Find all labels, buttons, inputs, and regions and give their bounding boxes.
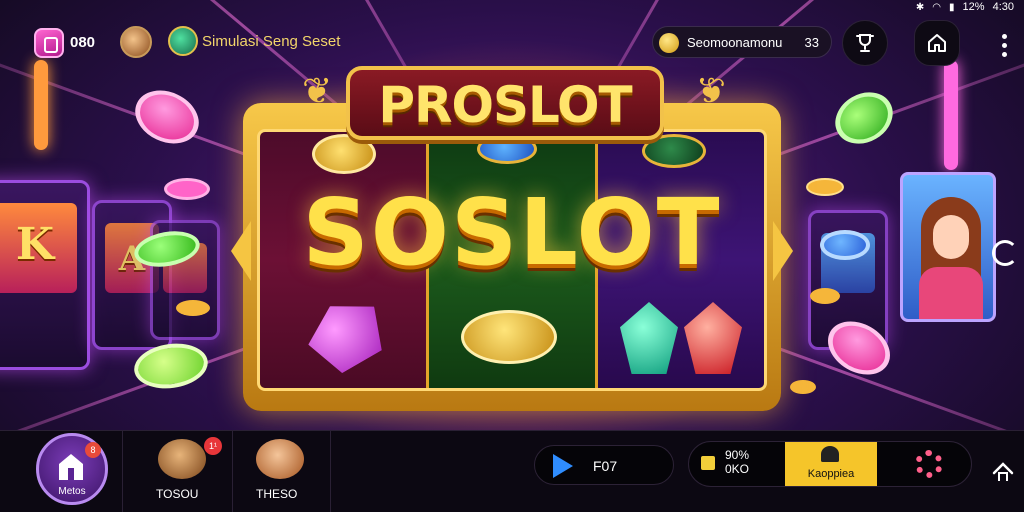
laurel-left-icon: ❦	[302, 70, 333, 111]
gold-chip	[806, 178, 844, 196]
flag-icon	[701, 456, 715, 470]
notification-badge: 8	[85, 442, 101, 458]
coin-count: 080	[70, 34, 96, 51]
pet-badge: 1¹	[204, 437, 222, 455]
action-button[interactable]: Kaoppiea	[785, 442, 877, 486]
logo-banner: PROSLOT	[346, 66, 664, 140]
divider	[330, 431, 331, 512]
logo-text: PROSLOT	[378, 76, 632, 134]
balance-label: Seomoonamonu	[687, 35, 783, 50]
system-status-bar: ✱ ◠ ▮ 12% 4:30	[916, 0, 1014, 14]
bet-control: 90% 0KO Kaoppiea	[688, 441, 972, 487]
gold-chip	[176, 300, 210, 316]
leaf-icon	[821, 446, 839, 462]
ruby-gem-symbol	[684, 302, 742, 374]
more-vertical-icon[interactable]	[1002, 34, 1008, 58]
balance-pill[interactable]: Seomoonamonu 33	[652, 26, 832, 58]
play-label: F07	[593, 458, 618, 474]
bluetooth-icon: ✱	[915, 1, 925, 13]
wifi-icon: ◠	[932, 1, 942, 13]
game-name: Simulasi Seng Seset	[202, 33, 341, 50]
trophy-button[interactable]	[842, 20, 888, 66]
bottom-bar: 8 Metos 1¹ TOSOU THESO F07 90% 0KO Kaopp…	[0, 430, 1024, 512]
main-title: SOSLOT	[302, 179, 722, 286]
green-chip	[826, 82, 902, 154]
gem-icon[interactable]	[34, 28, 64, 58]
gold-coin-symbol	[312, 134, 376, 174]
pink-chip	[164, 178, 210, 200]
home-button[interactable]	[914, 20, 960, 66]
gold-chip	[790, 380, 816, 394]
neon-light	[944, 60, 958, 170]
play-button[interactable]: F07	[534, 445, 674, 485]
divider	[122, 431, 123, 512]
trophy-icon	[856, 34, 874, 52]
blue-chip	[820, 230, 870, 260]
divider	[232, 431, 233, 512]
bet-percent-value: 90%	[725, 448, 750, 462]
pet-label-2: THESO	[256, 487, 298, 501]
home-label: Metos	[58, 486, 86, 497]
pet-label-1: TOSOU	[156, 487, 199, 501]
coin-icon	[659, 33, 679, 53]
bet-sub-value: 0KO	[725, 462, 750, 476]
game-emblem-icon	[168, 26, 198, 56]
action-label: Kaoppiea	[807, 468, 855, 480]
neon-light	[34, 60, 48, 150]
gear-icon[interactable]	[915, 450, 943, 478]
balance-value: 33	[804, 35, 819, 50]
character-portrait	[900, 172, 996, 322]
emerald-gem-symbol	[620, 302, 678, 374]
background-slot-machine: K	[0, 180, 90, 370]
clock: 4:30	[992, 1, 1014, 13]
reload-icon[interactable]	[992, 240, 1018, 266]
laurel-right-icon: ❦	[695, 70, 726, 111]
purple-gem-symbol	[297, 287, 395, 380]
player-avatar[interactable]	[120, 26, 152, 58]
pink-chip	[126, 80, 208, 154]
play-icon	[553, 454, 573, 478]
home-icon	[928, 34, 946, 52]
menu-home-button[interactable]: 8 Metos	[36, 433, 108, 505]
chevron-up-icon[interactable]	[990, 457, 1016, 483]
top-bar: 080 Simulasi Seng Seset Seomoonamonu 33	[0, 14, 1024, 66]
bet-percent: 90% 0KO	[725, 448, 749, 476]
signal-icon: ▮	[949, 1, 955, 13]
gold-chip	[810, 288, 840, 304]
pet-avatar-2[interactable]	[256, 439, 304, 479]
battery-level: 12%	[962, 1, 985, 13]
pet-avatar-1[interactable]	[158, 439, 206, 479]
gold-oval-symbol	[461, 310, 557, 364]
